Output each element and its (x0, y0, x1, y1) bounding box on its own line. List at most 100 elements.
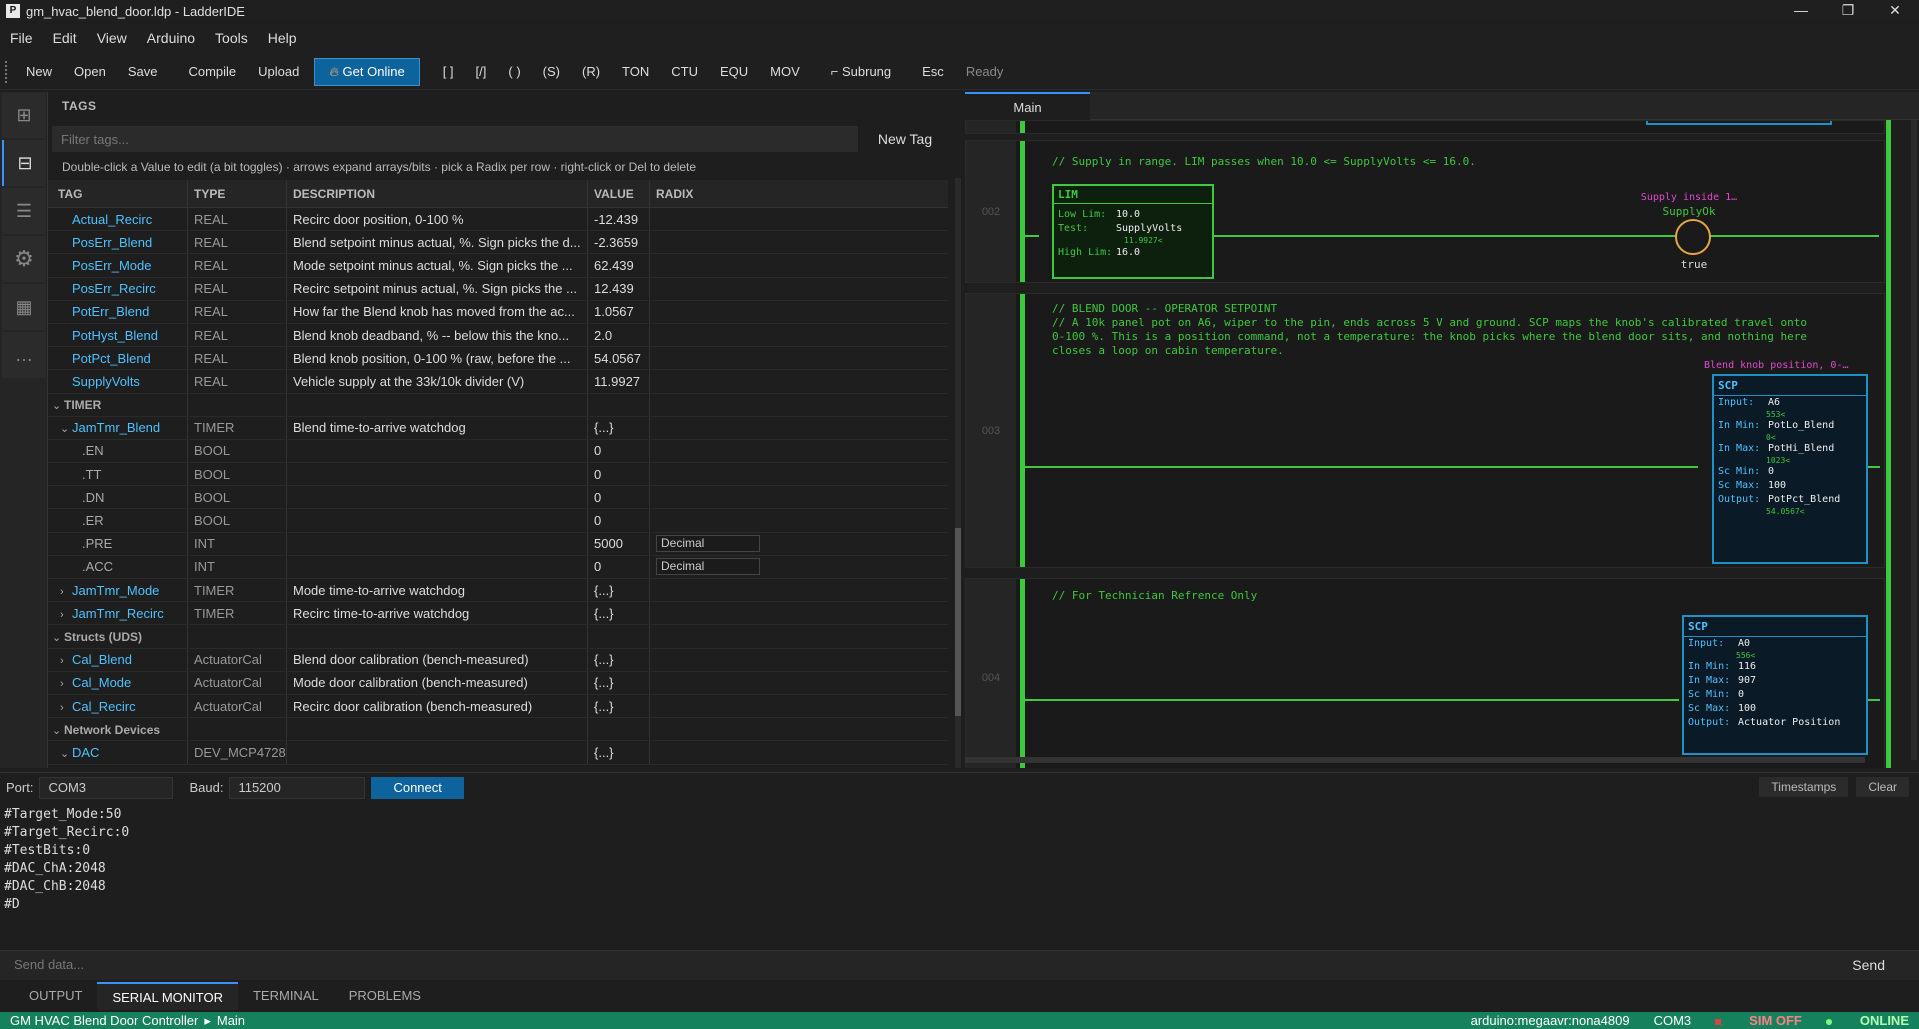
tag-row[interactable]: PotPct_Blend REAL Blend knob position, 0-1… (48, 347, 948, 371)
tag-value[interactable]: 12.439 (587, 277, 649, 300)
timestamps-toggle[interactable]: Timestamps (1759, 777, 1849, 797)
chevron-down-icon[interactable]: ⌄ (52, 724, 64, 737)
tag-description[interactable] (286, 741, 587, 764)
tag-row[interactable]: › Cal_Recirc ActuatorCal Recirc door calibr… (48, 694, 948, 719)
baud-select[interactable]: 115200 (229, 776, 366, 799)
get-online-button[interactable]: 🔥︎ Get Online (314, 57, 420, 86)
rung-001[interactable] (965, 120, 1885, 134)
chevron-right-icon[interactable]: › (60, 702, 72, 714)
tag-value[interactable]: {...} (587, 741, 649, 764)
tag-value[interactable] (587, 625, 649, 648)
tag-value[interactable]: -12.439 (587, 208, 649, 231)
editor-vscrollbar[interactable] (1911, 120, 1917, 760)
tab-terminal[interactable]: TERMINAL (238, 982, 334, 1010)
tag-description[interactable]: Recirc door position, 0-100 % (286, 208, 587, 231)
tag-value[interactable]: {...} (587, 602, 649, 625)
tag-value[interactable]: 2.0 (587, 323, 649, 347)
tag-filter-input[interactable] (52, 126, 858, 152)
gear-icon[interactable]: ⚙ (2, 236, 46, 282)
tag-description[interactable]: Blend setpoint minus actual, %. Sign pic… (286, 231, 587, 254)
tag-description[interactable]: Blend door calibration (bench-measured) (286, 648, 587, 671)
scp-param[interactable]: Sc Max: 100 (1684, 702, 1866, 716)
tag-description[interactable] (286, 625, 587, 648)
chevron-right-icon[interactable]: › (60, 678, 72, 690)
col-tag[interactable]: TAG (48, 187, 187, 201)
chevron-down-icon[interactable]: ⌄ (60, 747, 72, 760)
table-icon[interactable]: ⊟ (2, 140, 46, 186)
maximize-button[interactable]: ❐ (1825, 0, 1871, 22)
tag-description[interactable] (286, 439, 587, 463)
insert-mov-button[interactable]: MOV (759, 64, 811, 79)
tag-value[interactable]: 0 (587, 509, 649, 532)
tag-row[interactable]: › Cal_Mode ActuatorCal Mode door calibratio… (48, 671, 948, 695)
rung-003[interactable]: 003 // BLEND DOOR -- OPERATOR SETPOINT /… (965, 293, 1885, 568)
list-icon[interactable]: ☰ (2, 188, 46, 234)
col-value[interactable]: VALUE (587, 180, 649, 207)
tag-description[interactable] (286, 509, 587, 532)
send-button[interactable]: Send (1852, 957, 1885, 973)
menu-file[interactable]: File (0, 30, 43, 46)
menu-arduino[interactable]: Arduino (137, 30, 205, 46)
grid-icon[interactable]: ⊞ (2, 92, 46, 138)
tag-description[interactable]: Blend knob position, 0-100 % (raw, befor… (286, 347, 587, 370)
tag-value[interactable]: 1.0567 (587, 300, 649, 323)
port-select[interactable]: COM3 (39, 776, 174, 799)
tags-scrollbar[interactable] (955, 178, 961, 768)
tag-group-row[interactable]: ⌄ TIMER (48, 393, 948, 417)
scp-param[interactable]: In Max: 907 (1684, 674, 1866, 688)
tag-description[interactable] (286, 555, 587, 578)
tags-scroll-thumb[interactable] (955, 528, 961, 716)
tag-group-row[interactable]: ⌄ Network Devices (48, 718, 948, 742)
tag-row[interactable]: .PRE INT 5000 Decimal (48, 532, 948, 556)
tag-row[interactable]: .ACC INT 0 Decimal (48, 555, 948, 579)
chevron-down-icon[interactable]: ⌄ (60, 422, 72, 435)
insert-equ-button[interactable]: EQU (709, 64, 759, 79)
tag-description[interactable]: Vehicle supply at the 33k/10k divider (V… (286, 370, 587, 393)
close-button[interactable]: ✕ (1872, 0, 1918, 22)
send-input[interactable]: Send data... (14, 957, 84, 972)
tag-value[interactable]: 62.439 (587, 254, 649, 277)
tag-description[interactable]: Blend time-to-arrive watchdog (286, 416, 587, 439)
new-button[interactable]: New (15, 64, 63, 79)
tag-description[interactable]: Recirc door calibration (bench-measured) (286, 694, 587, 718)
menu-help[interactable]: Help (258, 30, 307, 46)
tag-description[interactable]: Mode setpoint minus actual, %. Sign pick… (286, 254, 587, 277)
clear-button[interactable]: Clear (1856, 777, 1909, 797)
tag-row[interactable]: .ER BOOL 0 (48, 509, 948, 533)
tag-row[interactable]: PotErr_Blend REAL How far the Blend knob h… (48, 300, 948, 324)
menu-view[interactable]: View (87, 30, 137, 46)
scp-param[interactable]: Sc Min: 0 (1684, 688, 1866, 702)
minimize-button[interactable]: — (1778, 0, 1824, 22)
tag-value[interactable]: 0 (587, 555, 649, 578)
tag-description[interactable]: Mode time-to-arrive watchdog (286, 579, 587, 602)
tag-value[interactable]: 5000 (587, 532, 649, 555)
connect-button[interactable]: Connect (371, 776, 464, 799)
tag-value[interactable]: {...} (587, 579, 649, 602)
insert-ton-button[interactable]: TON (611, 64, 660, 79)
coil-icon[interactable] (1675, 219, 1711, 255)
tag-row[interactable]: .DN BOOL 0 (48, 486, 948, 510)
upload-button[interactable]: Upload (247, 64, 310, 79)
menu-tools[interactable]: Tools (205, 30, 258, 46)
tag-value[interactable]: {...} (587, 648, 649, 671)
insert-otl-button[interactable]: (S) (532, 64, 571, 79)
tag-description[interactable] (286, 486, 587, 509)
tag-value[interactable] (587, 718, 649, 741)
subrung-button[interactable]: ⌐ Subrung (811, 64, 902, 79)
status-board[interactable]: arduino:megaavr:nona4809 (1471, 1012, 1630, 1029)
tag-row[interactable]: SupplyVolts REAL Vehicle supply at the 33k… (48, 370, 948, 394)
scp-block[interactable]: SCP Input: A0 556< In Min: 116 In Max: 907 Sc M… (1682, 615, 1868, 755)
menu-edit[interactable]: Edit (43, 30, 87, 46)
tag-value[interactable]: 0 (587, 439, 649, 463)
tag-row[interactable]: ⌄ JamTmr_Blend TIMER Blend time-to-arrive w… (48, 416, 948, 440)
tab-main[interactable]: Main (965, 92, 1090, 120)
status-routine[interactable]: Main (217, 1012, 245, 1029)
esc-button[interactable]: Esc (902, 64, 955, 79)
tag-row[interactable]: › JamTmr_Recirc TIMER Recirc time-to-arrive… (48, 602, 948, 626)
toolbar-grip[interactable] (5, 60, 7, 83)
editor-hscrollbar[interactable] (965, 757, 1865, 763)
col-radix[interactable]: RADIX (649, 180, 948, 207)
sim-status[interactable]: SIM OFF (1715, 1012, 1802, 1029)
device-icon[interactable]: ▦ (2, 284, 46, 330)
tag-value[interactable]: {...} (587, 416, 649, 439)
